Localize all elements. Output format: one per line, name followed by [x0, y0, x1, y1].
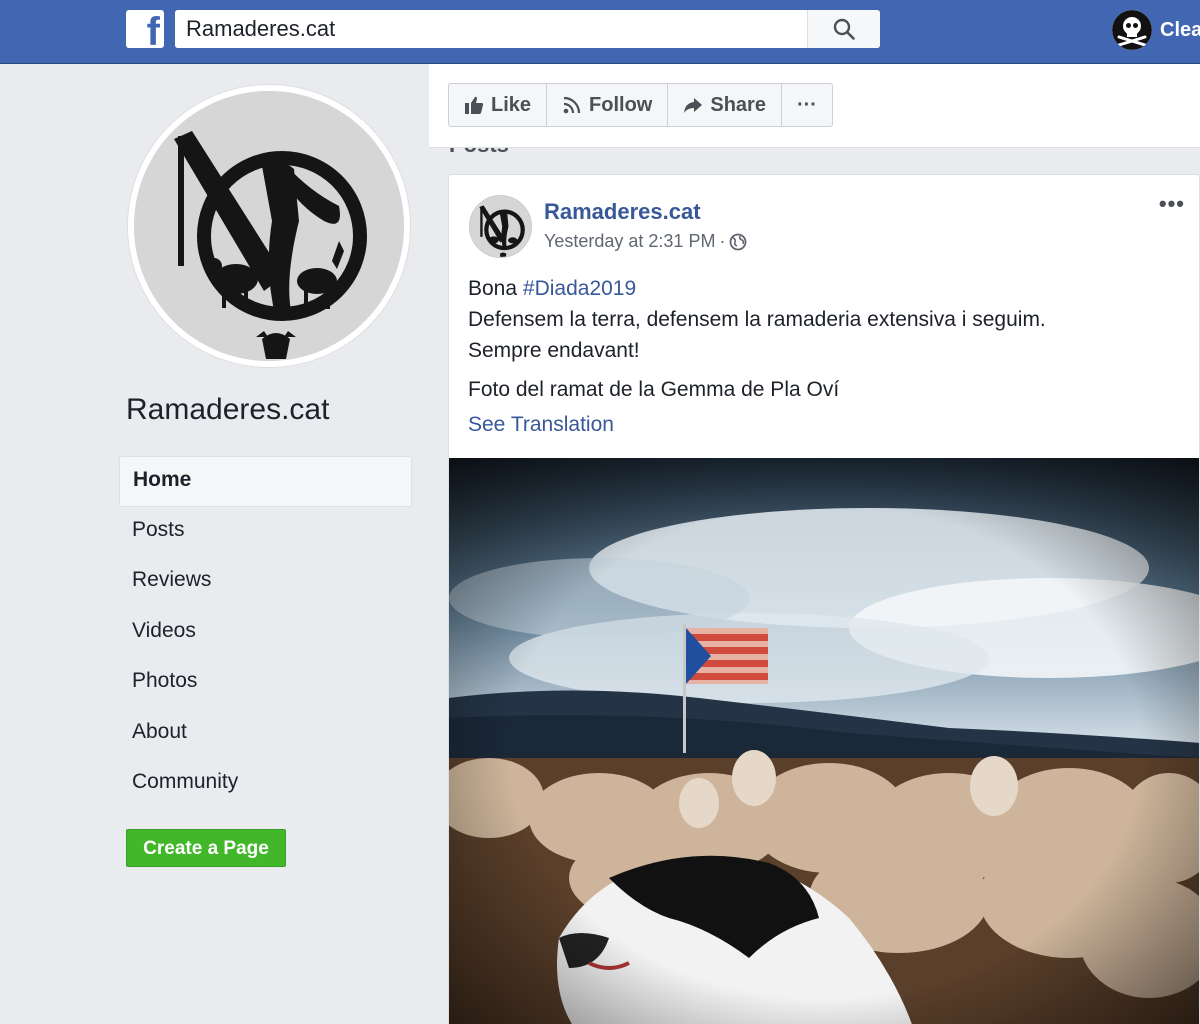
profile-picture-image — [134, 91, 404, 361]
post-author-name[interactable]: Ramaderes.cat — [544, 199, 701, 225]
post-line-1: Bona #Diada2019 — [468, 273, 1188, 304]
post-line-2: Defensem la terra, defensem la ramaderia… — [468, 308, 1046, 331]
sidebar-item-home[interactable]: Home — [119, 456, 412, 507]
main-content: Like Follow Share ··· Posts — [429, 64, 1200, 1024]
search-button[interactable] — [807, 10, 880, 48]
post-card: Ramaderes.cat Yesterday at 2:31 PM · •••… — [448, 174, 1200, 1024]
post-line-1-text: Bona — [468, 277, 523, 300]
share-button-label: Share — [710, 93, 766, 116]
follow-button[interactable]: Follow — [547, 84, 669, 126]
page-title[interactable]: Ramaderes.cat — [126, 393, 329, 427]
avatar — [1112, 10, 1152, 50]
ramaderes-logo-icon — [470, 196, 531, 257]
post-author-avatar[interactable] — [469, 195, 532, 258]
post-timestamp[interactable]: Yesterday at 2:31 PM — [544, 231, 715, 252]
sidebar-item-about[interactable]: About — [119, 709, 412, 760]
facebook-logo-icon[interactable]: f — [126, 10, 164, 52]
post-body: Bona #Diada2019 Defensem la terra, defen… — [468, 273, 1188, 405]
search-input[interactable] — [175, 10, 807, 48]
create-page-button[interactable]: Create a Page — [126, 829, 286, 867]
share-button[interactable]: Share — [668, 84, 782, 126]
search-icon — [833, 18, 855, 40]
page-sidebar-nav: Home Posts Reviews Videos Photos About C… — [119, 456, 412, 810]
hashtag-link[interactable]: #Diada2019 — [523, 277, 636, 300]
post-line-3: Sempre endavant! — [468, 339, 640, 362]
sidebar-item-photos[interactable]: Photos — [119, 658, 412, 709]
search-bar — [175, 10, 880, 48]
sidebar-item-posts[interactable]: Posts — [119, 507, 412, 558]
rss-icon — [563, 96, 581, 114]
see-translation-link[interactable]: See Translation — [468, 413, 614, 437]
sidebar-item-videos[interactable]: Videos — [119, 608, 412, 659]
post-photo[interactable] — [449, 458, 1199, 1024]
skull-crossbones-icon — [1112, 10, 1152, 50]
user-profile-link[interactable]: Clea — [1112, 10, 1200, 50]
sheep-flock-photo — [449, 458, 1199, 1024]
post-line-4: Foto del ramat de la Gemma de Pla Oví — [468, 378, 840, 401]
more-options-button[interactable]: ··· — [782, 84, 832, 126]
facebook-logo-letter: f — [146, 10, 160, 54]
like-button[interactable]: Like — [449, 84, 548, 126]
sidebar-item-community[interactable]: Community — [119, 759, 412, 810]
thumbs-up-icon — [465, 96, 484, 114]
more-options-icon: ··· — [796, 93, 817, 116]
sidebar-item-reviews[interactable]: Reviews — [119, 557, 412, 608]
post-meta: Yesterday at 2:31 PM · — [544, 231, 747, 252]
page-action-bar: Like Follow Share ··· — [429, 64, 1200, 148]
ramaderes-logo-icon — [134, 91, 404, 361]
page-profile-picture[interactable] — [127, 84, 411, 368]
globe-icon[interactable] — [729, 233, 747, 251]
like-button-label: Like — [491, 93, 532, 116]
share-arrow-icon — [684, 98, 703, 113]
page-actions-group: Like Follow Share ··· — [448, 83, 833, 127]
meta-separator: · — [719, 231, 726, 251]
user-name: Clea — [1160, 18, 1200, 41]
top-navigation-bar: f Clea — [0, 0, 1200, 64]
post-options-button[interactable]: ••• — [1159, 191, 1185, 217]
follow-button-label: Follow — [589, 93, 653, 116]
